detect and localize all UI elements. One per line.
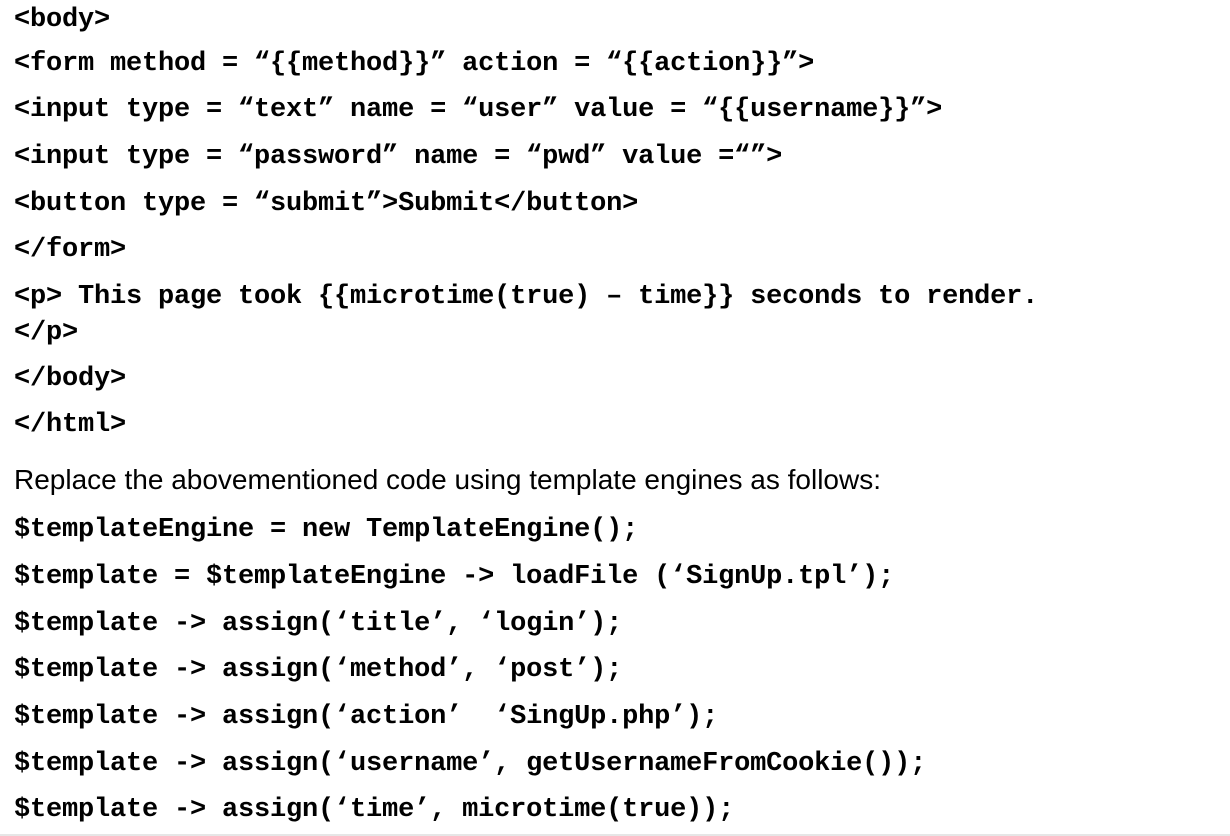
instruction-text: Replace the abovementioned code using te… xyxy=(14,464,882,495)
php-code-line: $template = $templateEngine -> loadFile … xyxy=(14,562,895,592)
php-code-line: $template -> assign(‘method’, ‘post’); xyxy=(14,655,623,685)
php-code-line: $template -> assign(‘action’ ‘SingUp.php… xyxy=(14,702,719,732)
html-code-line: <input type = “password” name = “pwd” va… xyxy=(14,142,783,172)
html-code-line: <body> xyxy=(14,5,111,35)
html-code-line: </html> xyxy=(14,410,127,440)
document-page: <body> <form method = “{{method}}” actio… xyxy=(0,0,1230,836)
html-code-line: <form method = “{{method}}” action = “{{… xyxy=(14,49,815,79)
html-code-line: </form> xyxy=(14,235,127,265)
html-code-line: </p> xyxy=(14,318,79,348)
html-code-line: </body> xyxy=(14,364,127,394)
html-code-line: <button type = “submit”>Submit</button> xyxy=(14,189,639,219)
php-code-line: $template -> assign(‘username’, getUsern… xyxy=(14,749,927,779)
php-code-line: $templateEngine = new TemplateEngine(); xyxy=(14,515,639,545)
html-code-line: <p> This page took {{microtime(true) – t… xyxy=(14,282,1039,312)
html-code-line: <input type = “text” name = “user” value… xyxy=(14,95,943,125)
php-code-line: $template -> assign(‘title’, ‘login’); xyxy=(14,609,623,639)
php-code-line: $template -> assign(‘time’, microtime(tr… xyxy=(14,795,735,825)
